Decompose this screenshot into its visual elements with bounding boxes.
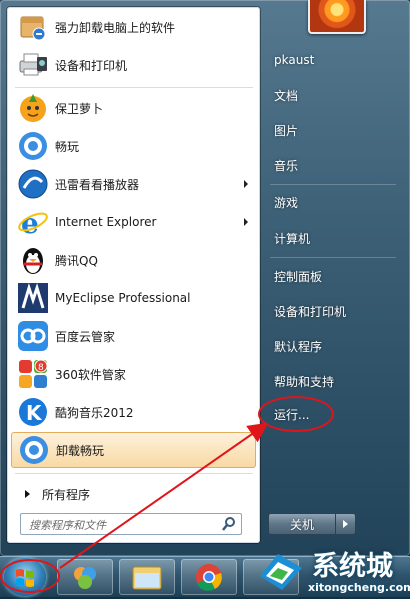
program-item-xunlei[interactable]: 迅雷看看播放器 [11,166,256,202]
user-avatar[interactable] [308,0,366,34]
submenu-arrow-icon [244,180,248,188]
svg-text:e: e [21,207,39,238]
program-item-baoweiluobo[interactable]: 保卫萝卜 [11,90,256,126]
xunlei-player-icon [17,168,49,200]
right-separator [270,257,396,258]
program-label: 腾讯QQ [55,253,98,268]
program-label: 卸载畅玩 [56,443,105,458]
program-item-baidu-cloud[interactable]: 百度云管家 [11,318,256,354]
kugou-icon: K [17,396,49,428]
folder-icon [132,566,162,590]
submenu-arrow-icon [244,218,248,226]
programs-separator [15,473,253,474]
program-label: 保卫萝卜 [55,101,104,116]
360-software-icon: 8 [17,358,49,390]
program-item-devices-printers[interactable]: 设备和打印机 [11,47,256,83]
right-item-devices-printers[interactable]: 设备和打印机 [266,297,402,325]
program-label: 360软件管家 [55,367,126,382]
right-item-default-programs[interactable]: 默认程序 [266,332,402,360]
myeclipse-icon [17,282,49,314]
internet-explorer-icon: e [17,206,49,240]
right-item-computer[interactable]: 计算机 [266,224,402,252]
svg-text:K: K [26,401,43,425]
program-item-uninstaller[interactable]: 强力卸载电脑上的软件 [11,9,256,45]
svg-text:8: 8 [38,363,44,373]
program-item-myeclipse[interactable]: MyEclipse Professional [11,280,256,316]
program-item-qq[interactable]: 腾讯QQ [11,242,256,278]
program-item-changwan[interactable]: 畅玩 [11,128,256,164]
right-item-pictures[interactable]: 图片 [266,116,402,144]
shutdown-button[interactable]: 关机 [268,513,336,535]
program-item-internet-explorer[interactable]: e Internet Explorer [11,204,256,240]
chevron-right-icon [343,520,348,528]
program-item-uninstall-changwan[interactable]: 卸载畅玩 [11,432,256,468]
right-separator [270,184,396,185]
printer-icon [17,49,49,81]
watermark-text: 系统城 [312,551,393,582]
search-icon[interactable] [221,516,237,532]
program-item-kugou[interactable]: K 酷狗音乐2012 [11,394,256,430]
taskbar-item-media[interactable] [57,559,113,595]
shutdown-options-button[interactable] [336,513,356,535]
all-programs-button[interactable]: 所有程序 [11,481,256,507]
right-item-username[interactable]: pkaust [266,46,402,74]
all-programs-arrow-icon [25,490,30,498]
uninstall-box-icon [17,11,49,43]
run-highlight-circle [258,396,334,432]
search-input[interactable] [27,516,221,534]
program-label: 强力卸载电脑上的软件 [55,20,176,35]
right-item-documents[interactable]: 文档 [266,81,402,109]
changwan-icon [17,130,49,162]
program-label: 百度云管家 [55,329,116,344]
baidu-cloud-icon [17,320,49,352]
right-item-help-support[interactable]: 帮助和支持 [266,367,402,395]
qq-penguin-icon [17,244,49,276]
program-label: Internet Explorer [55,215,157,229]
all-programs-label: 所有程序 [42,487,91,502]
program-label: 畅玩 [55,139,80,154]
chrome-icon [196,564,222,591]
shutdown-group: 关机 [268,513,356,535]
search-box[interactable] [20,513,242,535]
taskbar-item-chrome[interactable] [181,559,237,595]
right-item-control-panel[interactable]: 控制面板 [266,262,402,290]
taskbar-item-explorer[interactable] [119,559,175,595]
start-highlight-circle [0,559,60,593]
program-item-360-software[interactable]: 8 360软件管家 [11,356,256,392]
program-label: 酷狗音乐2012 [55,405,134,420]
pinned-separator [15,87,253,88]
media-player-icon [74,567,96,589]
carrot-icon [17,92,49,124]
watermark-logo-icon [260,554,302,590]
program-label: 迅雷看看播放器 [55,177,140,192]
right-item-music[interactable]: 音乐 [266,151,402,179]
programs-pane: 强力卸载电脑上的软件 设备和打印机 保卫萝卜 畅玩 迅雷看看播放器 e Inte… [7,7,260,543]
watermark-url: xitongcheng.com [308,581,410,594]
uninstall-changwan-icon [18,434,50,466]
right-item-games[interactable]: 游戏 [266,188,402,216]
program-label: MyEclipse Professional [55,291,191,305]
program-label: 设备和打印机 [55,58,128,73]
